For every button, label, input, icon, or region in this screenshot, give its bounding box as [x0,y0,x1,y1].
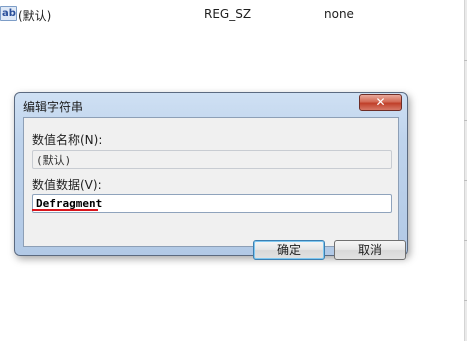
registry-value-type: REG_SZ [204,7,252,21]
registry-value-row[interactable]: ab (默认) REG_SZ none [0,4,440,26]
edit-string-dialog: 编辑字符串 ✕ 数值名称(N): 数值数据(V): 确定 取消 [14,92,408,260]
value-name-field [32,150,392,169]
close-icon: ✕ [375,95,386,109]
dialog-title: 编辑字符串 [23,100,84,114]
value-name-label: 数值名称(N): [32,133,103,147]
dialog-body: 数值名称(N): 数值数据(V): 确定 取消 [23,117,406,260]
cancel-button[interactable]: 取消 [334,240,406,260]
string-value-icon: ab [0,6,17,21]
ok-button[interactable]: 确定 [253,240,325,260]
annotation-underline [32,209,98,211]
registry-value-data: none [324,7,354,21]
close-button[interactable]: ✕ [359,94,402,111]
registry-value-name: (默认) [18,9,52,23]
value-data-label: 数值数据(V): [32,178,102,192]
